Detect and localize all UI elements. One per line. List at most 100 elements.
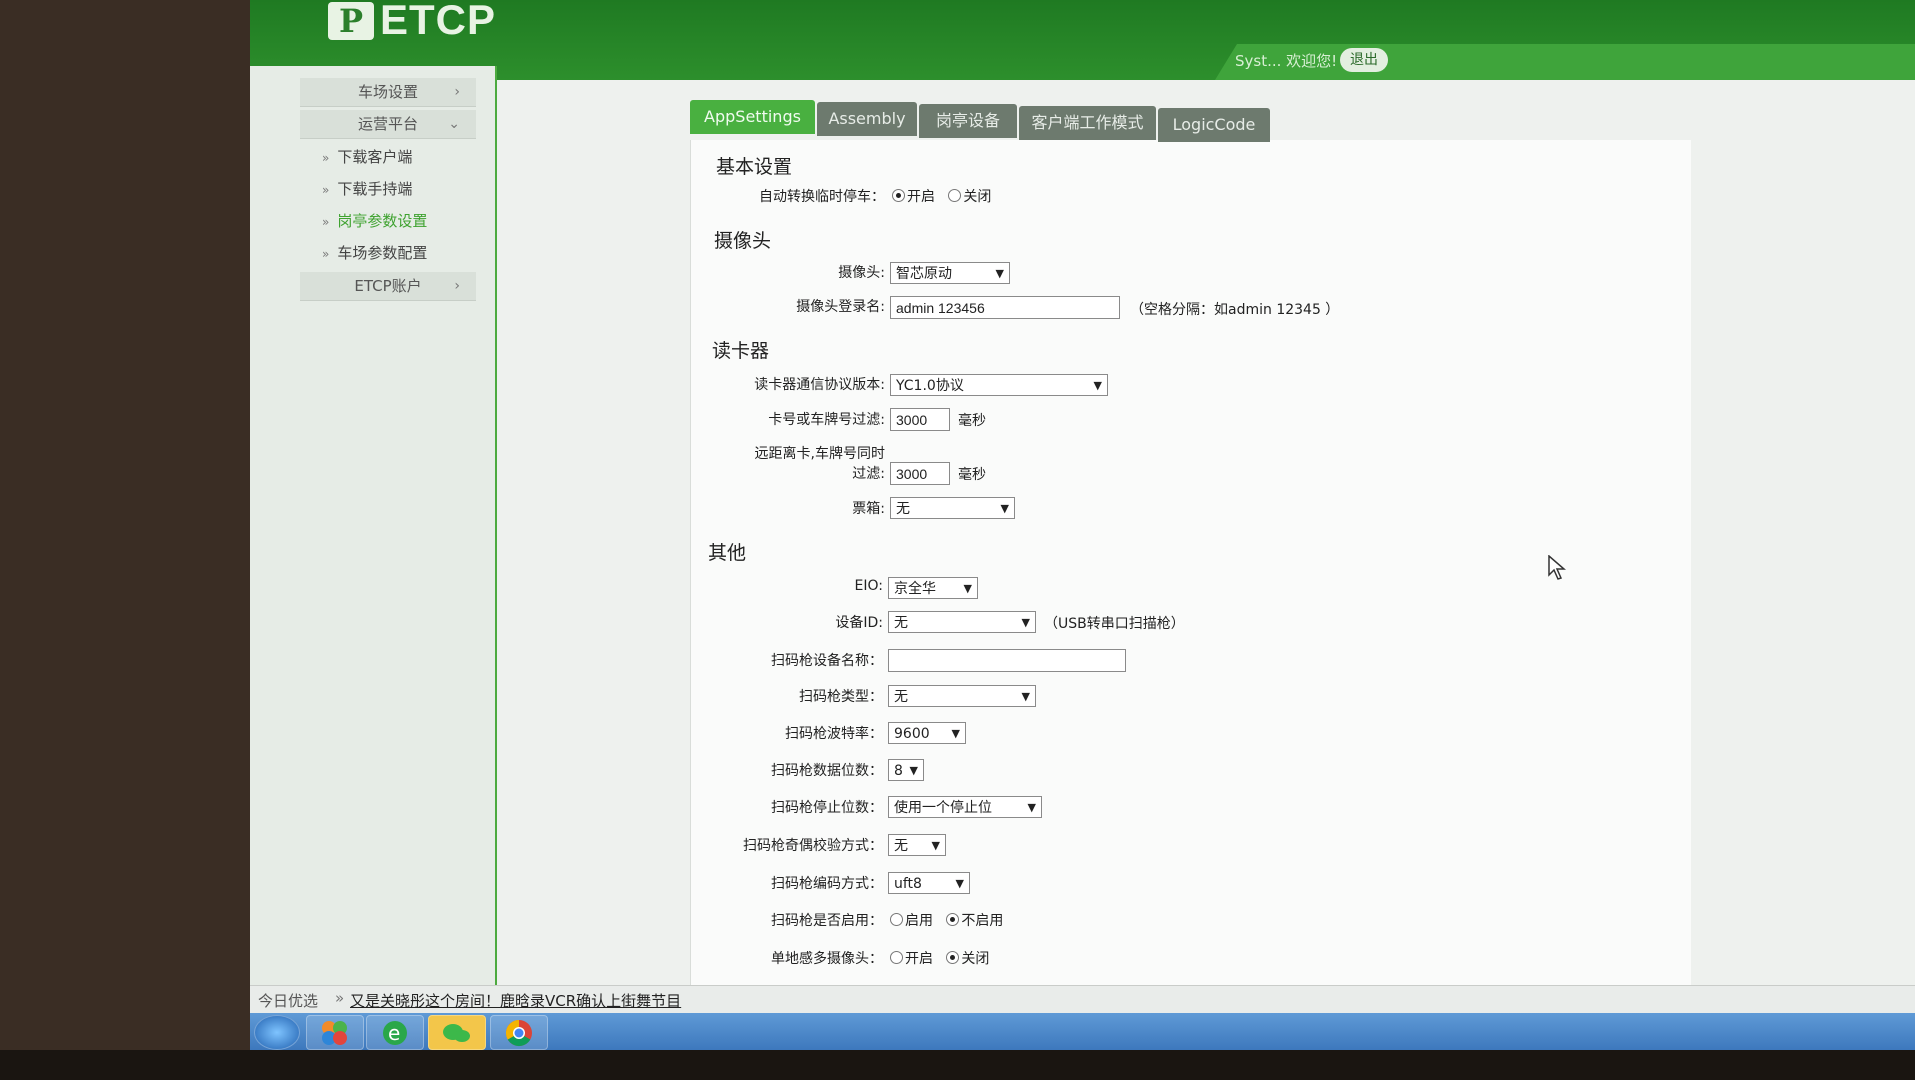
dropdown-arrow-icon: ▼: [931, 839, 940, 852]
scanner-encoding-select[interactable]: uft8 ▼: [888, 872, 970, 894]
sidebar-item-lot-settings[interactable]: 车场设置 ›: [300, 78, 476, 107]
scanner-enabled-radio-group: 启用 不启用: [890, 910, 1003, 930]
radio-label: 不启用: [961, 913, 1004, 929]
device-id-select[interactable]: 无 ▼: [888, 611, 1036, 633]
tab-appsettings[interactable]: AppSettings: [690, 100, 815, 134]
ticket-box-select[interactable]: 无 ▼: [890, 497, 1015, 519]
tab-assembly[interactable]: Assembly: [817, 102, 917, 136]
sidebar-subitem-label: 岗亭参数设置: [337, 212, 428, 230]
dropdown-arrow-icon: ▼: [1027, 801, 1036, 814]
select-value: 京全华: [894, 581, 936, 597]
wechat-icon[interactable]: [428, 1015, 486, 1050]
remote-filter-input[interactable]: [890, 462, 950, 485]
camera-login-hint: （空格分隔：如admin 12345 ）: [1130, 302, 1340, 318]
scanner-databits-select[interactable]: 8 ▼: [888, 759, 924, 781]
section-title-camera: 摄像头: [714, 230, 772, 252]
camera-select[interactable]: 智芯原动 ▼: [890, 262, 1010, 284]
scanner-name-label: 扫码枪设备名称：: [771, 653, 883, 669]
select-value: YC1.0协议: [896, 378, 964, 394]
remote-filter-unit: 毫秒: [958, 467, 986, 483]
radio-label: 关闭: [963, 189, 992, 205]
dropdown-arrow-icon: ▼: [909, 764, 918, 777]
bullet-icon: »: [322, 183, 330, 197]
sidebar-subitem-lot-params[interactable]: » 车场参数配置: [322, 243, 427, 264]
remote-filter-label-line2: 过滤:: [852, 466, 885, 482]
scanner-name-input[interactable]: [888, 649, 1126, 672]
chrome-browser-icon[interactable]: [490, 1015, 548, 1050]
multi-camera-radio-group: 开启 关闭: [890, 948, 989, 968]
device-id-hint: （USB转串口扫描枪）: [1044, 616, 1185, 632]
sidebar-subitem-download-client[interactable]: » 下载客户端: [322, 147, 412, 168]
scanner-enabled-on-radio[interactable]: 启用: [890, 913, 933, 929]
scanner-parity-select[interactable]: 无 ▼: [888, 834, 946, 856]
select-value: 无: [894, 838, 908, 854]
sidebar-item-label: 车场设置: [357, 83, 418, 101]
scanner-stopbits-select[interactable]: 使用一个停止位 ▼: [888, 796, 1042, 818]
app-launcher-icon[interactable]: [306, 1015, 364, 1050]
select-value: 8: [894, 763, 903, 779]
dropdown-arrow-icon: ▼: [1021, 616, 1030, 629]
svg-text:e: e: [388, 1021, 400, 1045]
start-button-icon[interactable]: [254, 1015, 300, 1050]
chevron-right-icon: ›: [454, 84, 460, 100]
auto-switch-on-radio[interactable]: 开启: [892, 189, 935, 205]
select-value: 无: [894, 615, 908, 631]
select-value: 无: [896, 501, 910, 517]
sidebar-subitem-booth-params[interactable]: » 岗亭参数设置: [322, 211, 427, 232]
tab-client-mode[interactable]: 客户端工作模式: [1019, 106, 1156, 140]
bullet-icon: »: [322, 215, 330, 229]
radio-checked-icon: [946, 913, 960, 926]
sidebar-item-etcp-account[interactable]: ETCP账户 ›: [300, 272, 476, 301]
browser-screen: P ETCP Syst... 欢迎您! 退出 车场设置 › 运营平台 ⌄ » 下载…: [250, 0, 1915, 1050]
scanner-type-label: 扫码枪类型：: [799, 689, 883, 705]
etcp-logo-text: ETCP: [380, 0, 497, 43]
multi-camera-on-radio[interactable]: 开启: [890, 951, 933, 967]
camera-login-input[interactable]: [890, 296, 1120, 319]
monitor-bottom-bezel: [0, 1050, 1915, 1080]
sidebar-item-label: ETCP账户: [354, 277, 422, 295]
auto-switch-off-radio[interactable]: 关闭: [948, 189, 991, 205]
select-value: 无: [894, 689, 908, 705]
auto-switch-label: 自动转换临时停车：: [759, 189, 885, 205]
multi-camera-off-radio[interactable]: 关闭: [946, 951, 989, 967]
eio-select[interactable]: 京全华 ▼: [888, 577, 978, 599]
chevron-double-down-icon[interactable]: »: [335, 989, 344, 1007]
colorful-circles-icon: [322, 1021, 347, 1045]
scanner-databits-label: 扫码枪数据位数：: [771, 763, 883, 779]
card-filter-input[interactable]: [890, 408, 950, 431]
radio-label: 开启: [907, 189, 935, 205]
dropdown-arrow-icon: ▼: [951, 727, 960, 740]
scanner-enabled-off-radio[interactable]: 不启用: [946, 913, 1003, 929]
scanner-type-select[interactable]: 无 ▼: [888, 685, 1036, 707]
monitor-bezel: [0, 0, 250, 1080]
ie-browser-icon[interactable]: e: [366, 1015, 424, 1050]
sidebar: 车场设置 › 运营平台 ⌄ » 下载客户端 » 下载手持端 » 岗亭参数设置 » 车场参…: [250, 66, 497, 986]
auto-switch-radio-group: 开启 关闭: [892, 186, 991, 206]
sidebar-subitem-download-handheld[interactable]: » 下载手持端: [322, 179, 412, 200]
chevron-right-icon: ›: [454, 278, 460, 294]
sidebar-subitem-label: 下载手持端: [337, 180, 413, 198]
radio-label: 启用: [905, 913, 933, 929]
news-headline-link[interactable]: 又是关晓彤这个房间！鹿晗录VCR确认上街舞节目: [350, 990, 681, 1011]
scanner-encoding-label: 扫码枪编码方式：: [771, 876, 883, 892]
camera-label: 摄像头:: [838, 265, 885, 281]
card-filter-unit: 毫秒: [958, 413, 986, 429]
section-title-other: 其他: [708, 542, 747, 564]
section-title-reader: 读卡器: [712, 340, 770, 362]
tab-booth-devices[interactable]: 岗亭设备: [919, 104, 1017, 138]
sidebar-item-operations[interactable]: 运营平台 ⌄: [300, 110, 476, 139]
chrome-logo-icon: [505, 1019, 532, 1047]
ticket-box-label: 票箱:: [852, 501, 885, 517]
tab-logiccode[interactable]: LogicCode: [1158, 108, 1270, 142]
dropdown-arrow-icon: ▼: [963, 582, 972, 595]
logout-button[interactable]: 退出: [1340, 48, 1388, 72]
chevron-down-icon: ⌄: [448, 116, 460, 132]
news-label: 今日优选: [258, 992, 319, 1010]
bullet-icon: »: [322, 247, 330, 261]
dropdown-arrow-icon: ▼: [1000, 502, 1009, 515]
windows-taskbar: e: [250, 1013, 1915, 1050]
scanner-baud-select[interactable]: 9600 ▼: [888, 722, 966, 744]
radio-label: 开启: [905, 951, 933, 967]
reader-protocol-select[interactable]: YC1.0协议 ▼: [890, 374, 1108, 396]
app-header: P ETCP Syst... 欢迎您! 退出: [250, 0, 1915, 80]
